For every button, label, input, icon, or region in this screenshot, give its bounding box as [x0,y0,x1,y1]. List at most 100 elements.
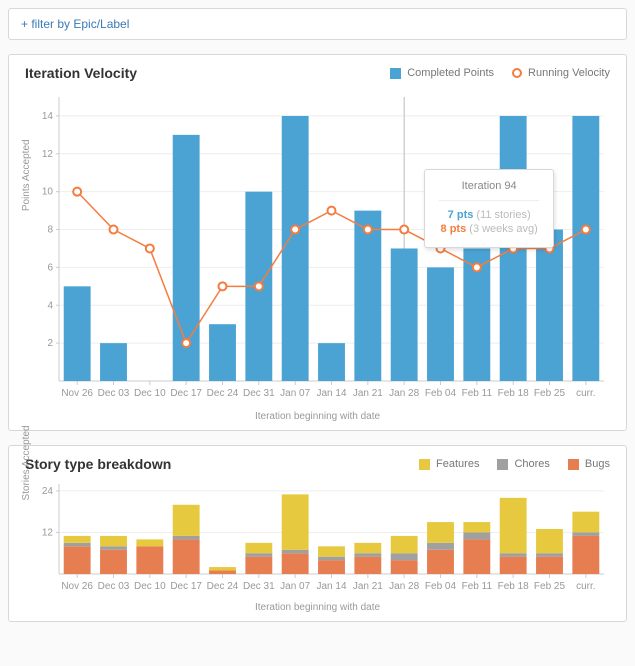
breakdown-bar-segment[interactable] [100,546,127,549]
svg-text:Feb 18: Feb 18 [498,581,530,592]
velocity-legend: Completed Points Running Velocity [390,67,610,79]
velocity-point[interactable] [146,244,154,252]
breakdown-bar-segment[interactable] [572,532,599,535]
breakdown-header: Story type breakdown Features Chores Bug… [25,456,610,472]
breakdown-bar-segment[interactable] [427,543,454,550]
breakdown-bar-segment[interactable] [463,532,490,539]
breakdown-bar-segment[interactable] [500,498,527,553]
breakdown-bar-segment[interactable] [136,546,163,574]
breakdown-bar-segment[interactable] [245,553,272,556]
velocity-title: Iteration Velocity [25,65,137,81]
breakdown-bar-segment[interactable] [463,522,490,532]
breakdown-bar-segment[interactable] [536,529,563,553]
breakdown-bar-segment[interactable] [100,550,127,574]
velocity-point[interactable] [291,226,299,234]
svg-text:Feb 04: Feb 04 [425,581,457,592]
svg-text:Jan 07: Jan 07 [280,388,310,399]
velocity-point[interactable] [364,226,372,234]
breakdown-bar-segment[interactable] [173,539,200,574]
svg-text:Nov 26: Nov 26 [61,388,93,399]
velocity-bar[interactable] [318,343,345,381]
filter-panel: + filter by Epic/Label [8,8,627,40]
legend-label: Bugs [585,458,610,470]
velocity-point[interactable] [400,226,408,234]
velocity-bar[interactable] [572,116,599,381]
breakdown-bar-segment[interactable] [427,522,454,543]
svg-text:14: 14 [42,111,54,122]
velocity-bar[interactable] [64,286,91,381]
breakdown-bar-segment[interactable] [209,567,236,570]
svg-text:Dec 10: Dec 10 [134,388,166,399]
velocity-point[interactable] [219,282,227,290]
legend-label: Running Velocity [528,67,610,79]
breakdown-bar-segment[interactable] [318,560,345,574]
breakdown-bar-segment[interactable] [354,557,381,574]
breakdown-bar-segment[interactable] [318,557,345,560]
breakdown-bar-segment[interactable] [536,557,563,574]
velocity-bar[interactable] [354,211,381,381]
legend-label: Completed Points [407,67,494,79]
svg-text:curr.: curr. [576,581,595,592]
breakdown-bar-segment[interactable] [64,536,91,543]
breakdown-bar-segment[interactable] [354,553,381,556]
breakdown-bar-segment[interactable] [173,536,200,539]
breakdown-bar-segment[interactable] [391,536,418,553]
breakdown-bar-segment[interactable] [64,543,91,546]
svg-text:Dec 17: Dec 17 [170,581,202,592]
velocity-bar[interactable] [427,267,454,381]
velocity-point[interactable] [73,188,81,196]
breakdown-bar-segment[interactable] [354,543,381,553]
breakdown-x-axis-title: Iteration beginning with date [25,602,610,613]
velocity-point[interactable] [473,263,481,271]
breakdown-bar-segment[interactable] [64,546,91,574]
tooltip-avg-note: (3 weeks avg) [469,223,537,235]
ring-icon [512,68,522,78]
svg-text:Dec 03: Dec 03 [98,388,130,399]
breakdown-bar-segment[interactable] [245,543,272,553]
velocity-bar[interactable] [391,248,418,381]
velocity-point[interactable] [255,282,263,290]
breakdown-bar-segment[interactable] [282,550,309,553]
svg-text:8: 8 [47,225,53,236]
breakdown-bar-segment[interactable] [100,536,127,546]
breakdown-bar-segment[interactable] [245,557,272,574]
breakdown-bar-segment[interactable] [136,539,163,546]
breakdown-bar-segment[interactable] [173,505,200,536]
velocity-plot[interactable]: 2468101214Nov 26Dec 03Dec 10Dec 17Dec 24… [25,87,610,407]
filter-by-epic-label-link[interactable]: + filter by Epic/Label [21,17,129,31]
svg-text:Dec 24: Dec 24 [207,388,239,399]
breakdown-bar-segment[interactable] [391,560,418,574]
breakdown-bar-segment[interactable] [282,494,309,549]
breakdown-bar-segment[interactable] [318,546,345,556]
breakdown-bar-segment[interactable] [282,553,309,574]
breakdown-bar-segment[interactable] [572,512,599,533]
tooltip-avg-value: 8 pts [441,223,467,235]
breakdown-bar-segment[interactable] [536,553,563,556]
velocity-bar[interactable] [209,324,236,381]
velocity-point[interactable] [328,207,336,215]
velocity-bar[interactable] [100,343,127,381]
tooltip-avg-line: 8 pts (3 weeks avg) [439,223,539,235]
velocity-point[interactable] [582,226,590,234]
svg-text:4: 4 [47,300,53,311]
breakdown-bar-segment[interactable] [427,550,454,574]
breakdown-bar-segment[interactable] [391,553,418,560]
velocity-point[interactable] [182,339,190,347]
svg-text:Jan 28: Jan 28 [389,581,419,592]
svg-text:curr.: curr. [576,388,595,399]
iteration-velocity-panel: Iteration Velocity Completed Points Runn… [8,54,627,431]
breakdown-bar-segment[interactable] [209,571,236,574]
square-icon [497,459,508,470]
breakdown-bar-segment[interactable] [463,539,490,574]
velocity-header: Iteration Velocity Completed Points Runn… [25,65,610,81]
breakdown-plot[interactable]: Stories Accepted 1224Nov 26Dec 03Dec 10D… [25,478,610,598]
tooltip-title: Iteration 94 [439,180,539,192]
breakdown-bar-segment[interactable] [572,536,599,574]
velocity-bar[interactable] [282,116,309,381]
square-icon [390,68,401,79]
svg-text:12: 12 [42,149,54,160]
velocity-point[interactable] [110,226,118,234]
tooltip-points-line: 7 pts (11 stories) [439,209,539,221]
breakdown-bar-segment[interactable] [500,557,527,574]
breakdown-bar-segment[interactable] [500,553,527,556]
